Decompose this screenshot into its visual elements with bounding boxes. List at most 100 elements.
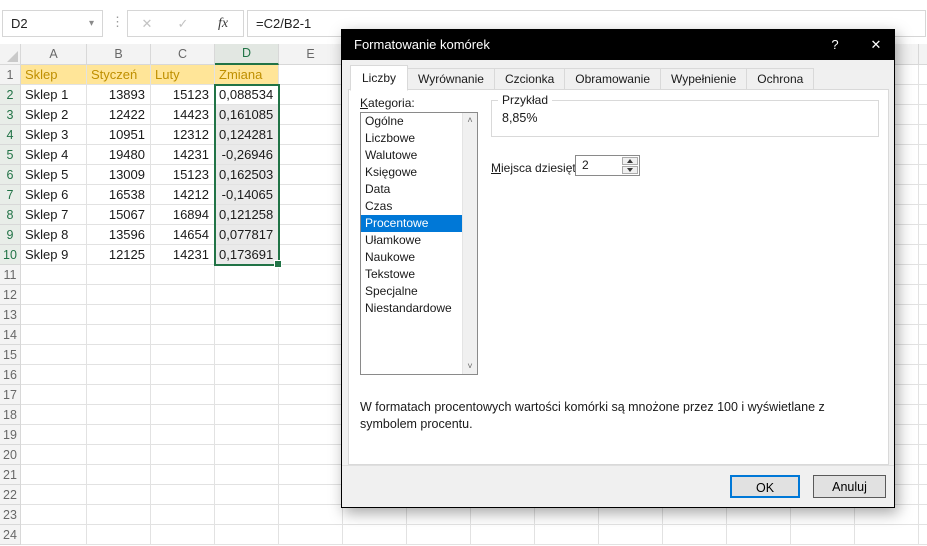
tab-wyrównanie[interactable]: Wyrównanie (408, 68, 495, 90)
row-header-8[interactable]: 8 (0, 205, 21, 225)
cell-A24[interactable] (21, 525, 87, 545)
row-header-23[interactable]: 23 (0, 505, 21, 525)
row-header-17[interactable]: 17 (0, 385, 21, 405)
cell-O18[interactable] (919, 405, 927, 425)
cell-E2[interactable] (279, 85, 343, 105)
cell-B20[interactable] (87, 445, 151, 465)
tab-wypełnienie[interactable]: Wypełnienie (661, 68, 747, 90)
cell-E6[interactable] (279, 165, 343, 185)
cell-O4[interactable] (919, 125, 927, 145)
cell-O15[interactable] (919, 345, 927, 365)
cell-B4[interactable]: 10951 (87, 125, 151, 145)
cell-E1[interactable] (279, 65, 343, 85)
cell-C7[interactable]: 14212 (151, 185, 215, 205)
cell-A23[interactable] (21, 505, 87, 525)
cell-C10[interactable]: 14231 (151, 245, 215, 265)
spin-down-button[interactable] (622, 166, 638, 174)
category-item-czas[interactable]: Czas (361, 198, 477, 215)
tab-ochrona[interactable]: Ochrona (747, 68, 814, 90)
cell-J24[interactable] (599, 525, 663, 545)
cell-E5[interactable] (279, 145, 343, 165)
cell-B6[interactable]: 13009 (87, 165, 151, 185)
cell-E19[interactable] (279, 425, 343, 445)
category-item-procentowe[interactable]: Procentowe (361, 215, 477, 232)
cell-A4[interactable]: Sklep 3 (21, 125, 87, 145)
cell-L24[interactable] (727, 525, 791, 545)
col-header-D[interactable]: D (215, 44, 279, 65)
cell-E7[interactable] (279, 185, 343, 205)
cell-B18[interactable] (87, 405, 151, 425)
cell-C14[interactable] (151, 325, 215, 345)
category-item-data[interactable]: Data (361, 181, 477, 198)
cell-C6[interactable]: 15123 (151, 165, 215, 185)
cell-E16[interactable] (279, 365, 343, 385)
cell-C15[interactable] (151, 345, 215, 365)
cell-D20[interactable] (215, 445, 279, 465)
cell-B21[interactable] (87, 465, 151, 485)
cell-O13[interactable] (919, 305, 927, 325)
tab-obramowanie[interactable]: Obramowanie (565, 68, 661, 90)
cell-A3[interactable]: Sklep 2 (21, 105, 87, 125)
col-header-A[interactable]: A (21, 44, 87, 65)
cell-D21[interactable] (215, 465, 279, 485)
cell-E22[interactable] (279, 485, 343, 505)
cell-D15[interactable] (215, 345, 279, 365)
cell-H23[interactable] (471, 505, 535, 525)
cell-B8[interactable]: 15067 (87, 205, 151, 225)
cell-D10[interactable]: 0,173691 (215, 245, 279, 265)
cell-D7[interactable]: -0,14065 (215, 185, 279, 205)
cell-O7[interactable] (919, 185, 927, 205)
cell-O1[interactable] (919, 65, 927, 85)
cell-C21[interactable] (151, 465, 215, 485)
cell-E10[interactable] (279, 245, 343, 265)
cell-B7[interactable]: 16538 (87, 185, 151, 205)
cell-A5[interactable]: Sklep 4 (21, 145, 87, 165)
category-item-ogólne[interactable]: Ogólne (361, 113, 477, 130)
cell-B2[interactable]: 13893 (87, 85, 151, 105)
cell-A12[interactable] (21, 285, 87, 305)
cell-E13[interactable] (279, 305, 343, 325)
cell-C24[interactable] (151, 525, 215, 545)
row-header-22[interactable]: 22 (0, 485, 21, 505)
cell-O17[interactable] (919, 385, 927, 405)
cell-C16[interactable] (151, 365, 215, 385)
category-scrollbar[interactable]: ˄ ˅ (462, 113, 477, 374)
spin-up-button[interactable] (622, 157, 638, 165)
cell-C18[interactable] (151, 405, 215, 425)
row-header-10[interactable]: 10 (0, 245, 21, 265)
cell-B23[interactable] (87, 505, 151, 525)
cell-E11[interactable] (279, 265, 343, 285)
cell-D16[interactable] (215, 365, 279, 385)
row-header-18[interactable]: 18 (0, 405, 21, 425)
cell-D24[interactable] (215, 525, 279, 545)
cell-A13[interactable] (21, 305, 87, 325)
cell-M23[interactable] (791, 505, 855, 525)
cell-B11[interactable] (87, 265, 151, 285)
tab-czcionka[interactable]: Czcionka (495, 68, 565, 90)
category-item-tekstowe[interactable]: Tekstowe (361, 266, 477, 283)
row-header-24[interactable]: 24 (0, 525, 21, 545)
cell-O16[interactable] (919, 365, 927, 385)
cell-O21[interactable] (919, 465, 927, 485)
row-header-11[interactable]: 11 (0, 265, 21, 285)
cell-A20[interactable] (21, 445, 87, 465)
cell-D12[interactable] (215, 285, 279, 305)
close-icon[interactable]: ✕ (858, 30, 894, 60)
cell-O14[interactable] (919, 325, 927, 345)
cell-B1[interactable]: Styczeń (87, 65, 151, 85)
cell-E24[interactable] (279, 525, 343, 545)
cell-M24[interactable] (791, 525, 855, 545)
row-header-3[interactable]: 3 (0, 105, 21, 125)
cell-E21[interactable] (279, 465, 343, 485)
cell-D5[interactable]: -0,26946 (215, 145, 279, 165)
cell-C11[interactable] (151, 265, 215, 285)
category-item-niestandardowe[interactable]: Niestandardowe (361, 300, 477, 317)
dialog-titlebar[interactable]: Formatowanie komórek ? ✕ (342, 30, 894, 60)
cell-O6[interactable] (919, 165, 927, 185)
row-header-7[interactable]: 7 (0, 185, 21, 205)
cell-E18[interactable] (279, 405, 343, 425)
cell-B17[interactable] (87, 385, 151, 405)
cell-A14[interactable] (21, 325, 87, 345)
insert-function-icon[interactable]: fx (208, 11, 238, 36)
fill-handle[interactable] (274, 260, 282, 268)
